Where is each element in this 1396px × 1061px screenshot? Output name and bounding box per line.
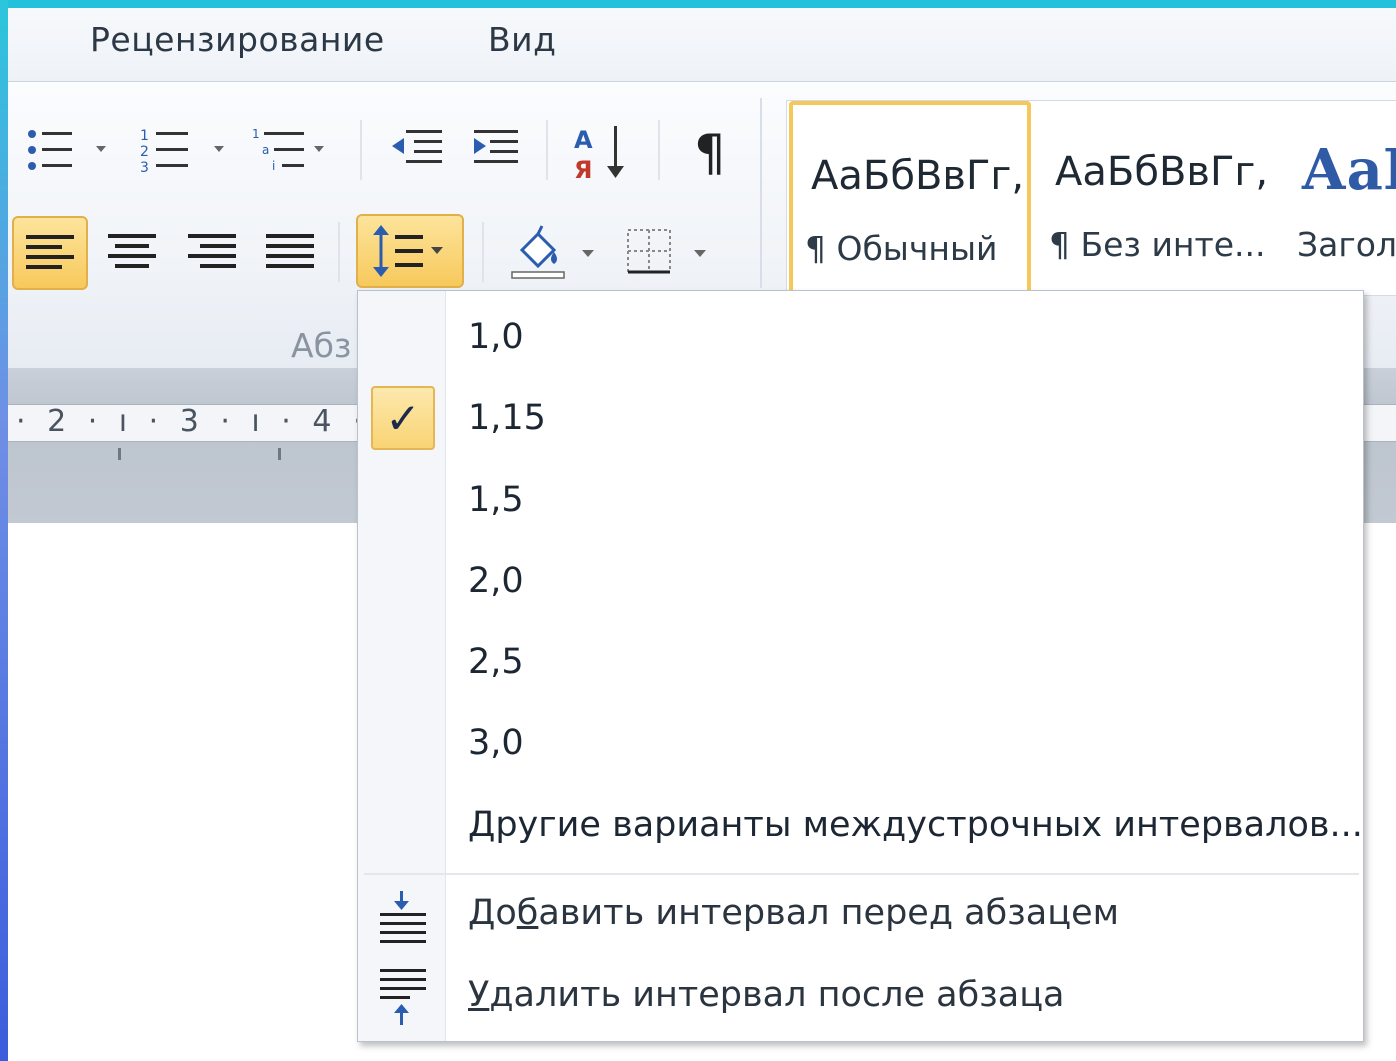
add-space-before-icon	[376, 889, 430, 945]
styles-gallery: АаБбВвГг, ¶ Обычный АаБбВвГг, ¶ Без инте…	[786, 100, 1396, 297]
menu-label-part: авить интервал перед абзацем	[538, 893, 1120, 933]
align-left-button[interactable]	[12, 216, 88, 290]
remove-space-after-paragraph[interactable]: Удалить интервал после абзаца	[468, 975, 1065, 1015]
style-sample: АаБбВвГг,	[811, 153, 1025, 199]
style-sample: АаБ	[1301, 137, 1396, 203]
remove-space-after-icon	[376, 967, 430, 1027]
ribbon-group-separator	[760, 98, 762, 288]
spacing-option-1-5[interactable]: 1,5	[468, 480, 524, 520]
svg-text:1: 1	[252, 127, 260, 141]
slide-frame-left	[0, 0, 8, 1061]
tab-view[interactable]: Вид	[488, 20, 556, 59]
multilevel-list-button[interactable]: 1 a i	[250, 120, 340, 180]
justify-button[interactable]	[258, 220, 322, 284]
style-heading-1[interactable]: АаБ Загол	[1283, 101, 1396, 297]
menu-separator	[364, 873, 1359, 875]
ribbon-tab-bar: Рецензирование Вид	[8, 8, 1396, 82]
align-left-icon	[26, 235, 74, 269]
line-spacing-menu: ✓ 1,0 1,15 1,5 2,0 2,5 3,0 Другие вариан…	[357, 290, 1364, 1042]
ribbon-separator	[482, 222, 484, 282]
borders-button[interactable]	[618, 216, 722, 286]
ruler-tick	[278, 448, 281, 460]
align-right-button[interactable]	[180, 220, 244, 284]
menu-label-part: До	[468, 893, 517, 933]
justify-icon	[266, 234, 314, 268]
sort-button[interactable]: А Я	[568, 120, 638, 186]
style-name: ¶ Обычный	[805, 229, 998, 268]
bullet-list-icon	[28, 130, 106, 170]
spacing-option-1-0[interactable]: 1,0	[468, 317, 524, 357]
svg-text:2: 2	[140, 144, 149, 160]
svg-text:1: 1	[140, 128, 149, 144]
line-spacing-button[interactable]	[356, 214, 464, 288]
spacing-option-2-0[interactable]: 2,0	[468, 561, 524, 601]
spacing-option-2-5[interactable]: 2,5	[468, 642, 524, 682]
svg-text:¶: ¶	[694, 124, 726, 180]
ribbon-separator	[546, 120, 548, 180]
style-name: ¶ Без инте...	[1049, 225, 1266, 264]
svg-text:3: 3	[140, 160, 149, 176]
show-formatting-button[interactable]: ¶	[682, 120, 746, 180]
line-spacing-icon	[373, 225, 443, 277]
decrease-indent-icon	[392, 130, 442, 163]
multilevel-list-icon: 1 a i	[252, 127, 324, 173]
shading-button[interactable]	[502, 216, 606, 286]
ribbon-separator	[360, 120, 362, 180]
bullets-button[interactable]	[22, 120, 122, 180]
checkmark-icon: ✓	[371, 386, 435, 450]
menu-label-part: далить интервал после абзаца	[489, 975, 1065, 1015]
style-name: Загол	[1297, 225, 1396, 264]
svg-text:a: a	[262, 143, 269, 157]
align-center-button[interactable]	[100, 220, 164, 284]
increase-indent-button[interactable]	[464, 120, 528, 180]
tab-review[interactable]: Рецензирование	[90, 20, 385, 59]
pilcrow-icon: ¶	[694, 124, 726, 180]
word-window: Рецензирование Вид 1 2 3 1 a i А Я ¶ Абз…	[8, 8, 1396, 1061]
svg-text:А: А	[574, 126, 593, 154]
ribbon-separator	[338, 222, 340, 282]
more-spacing-options[interactable]: Другие варианты междустрочных интервалов…	[468, 805, 1363, 845]
border-grid-icon	[627, 229, 706, 274]
numbering-button[interactable]: 1 2 3	[136, 120, 236, 180]
accelerator-key: б	[516, 893, 539, 933]
ruler-tick	[118, 448, 121, 460]
align-right-icon	[188, 234, 236, 268]
svg-text:i: i	[272, 159, 275, 173]
spacing-option-3-0[interactable]: 3,0	[468, 723, 524, 763]
style-sample: АаБбВвГг,	[1055, 149, 1269, 195]
increase-indent-icon	[474, 130, 518, 163]
slide-frame-top	[0, 0, 1396, 8]
style-normal[interactable]: АаБбВвГг, ¶ Обычный	[789, 101, 1031, 297]
ribbon-separator	[658, 120, 660, 180]
paragraph-group-label: Абз	[291, 326, 352, 365]
decrease-indent-button[interactable]	[386, 120, 450, 180]
numbered-list-icon: 1 2 3	[140, 128, 224, 176]
style-no-spacing[interactable]: АаБбВвГг, ¶ Без инте...	[1037, 101, 1277, 297]
spacing-option-1-15[interactable]: 1,15	[468, 398, 546, 438]
add-space-before-paragraph[interactable]: Добавить интервал перед абзацем	[468, 893, 1119, 933]
align-center-icon	[108, 234, 156, 268]
ruler-marks: · 2 · ı · 3 · ı · 4 ·	[16, 404, 369, 439]
svg-text:Я: Я	[574, 156, 592, 184]
paint-bucket-icon	[511, 225, 594, 279]
sort-az-icon: А Я	[574, 126, 624, 184]
accelerator-key: У	[468, 975, 490, 1015]
